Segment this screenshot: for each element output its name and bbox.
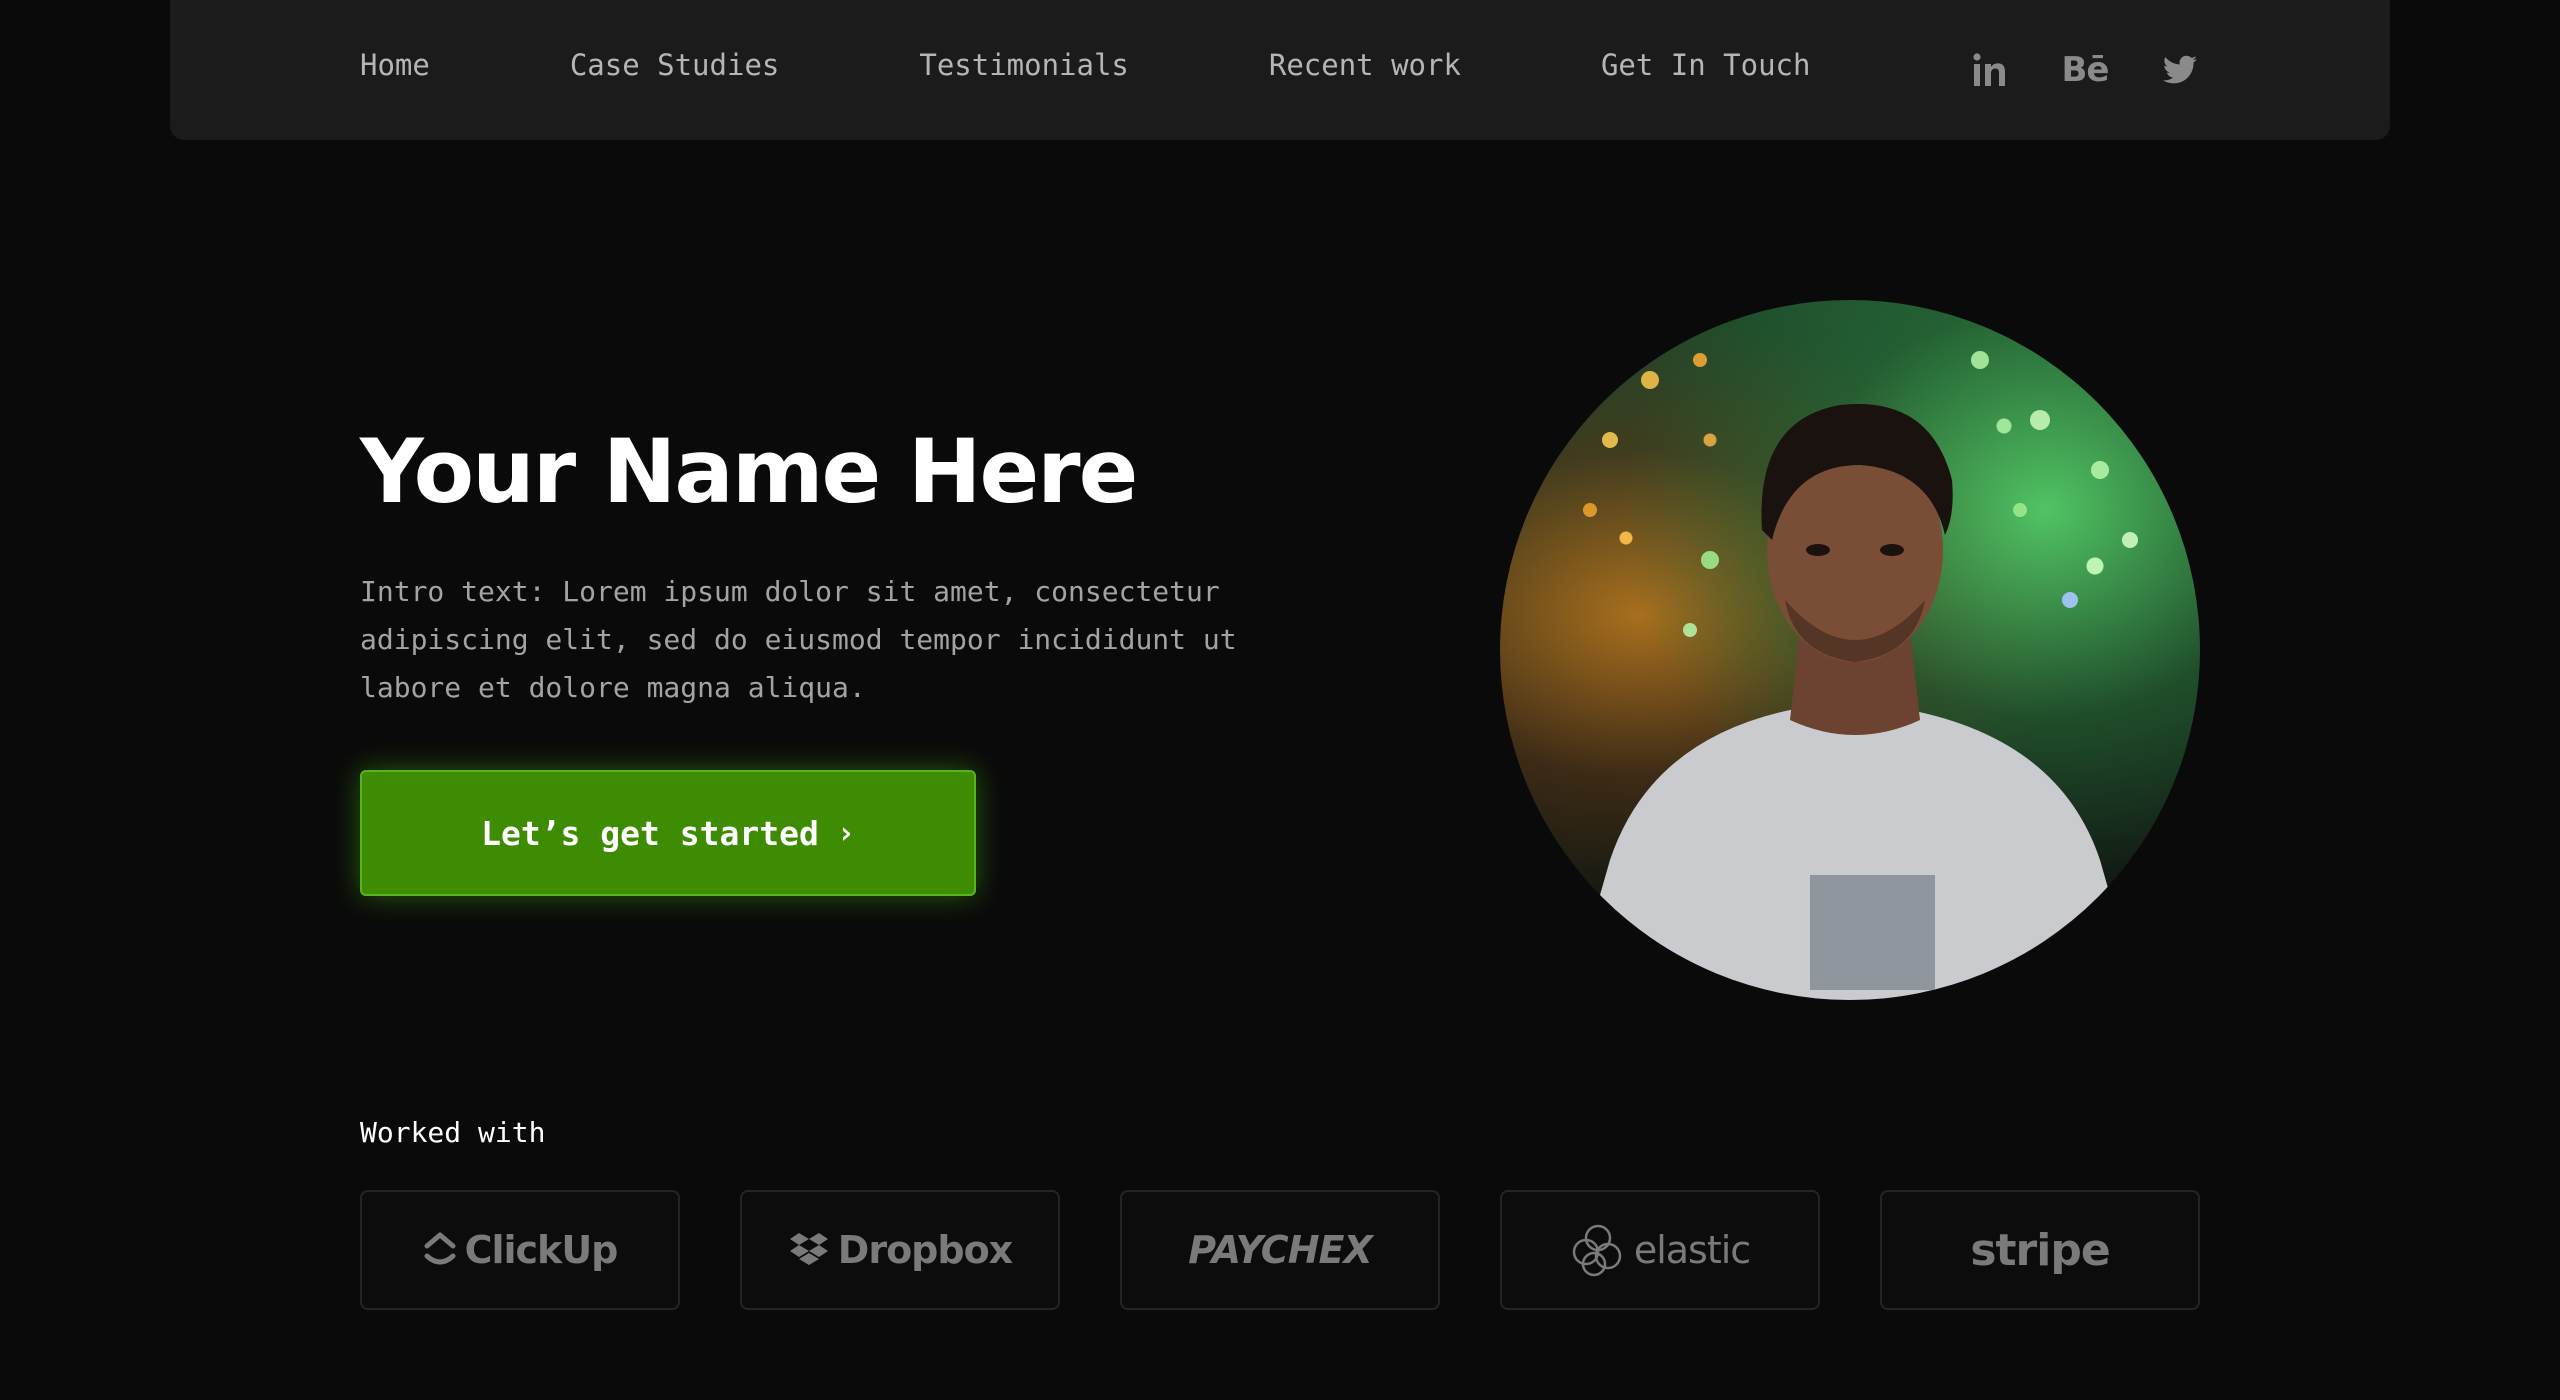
stripe-wordmark: stripe [1970,1224,2110,1276]
dropbox-wordmark: Dropbox [837,1228,1013,1272]
behance-icon[interactable]: Bē [2060,50,2110,90]
logo-paychex: PAYCHEX [1120,1190,1440,1310]
clickup-icon [423,1232,457,1268]
hero-intro-text: Intro text: Lorem ipsum dolor sit amet, … [360,575,1237,704]
nav-link-case-studies[interactable]: Case Studies [570,48,780,82]
twitter-icon[interactable] [2160,50,2200,90]
logo-dropbox: Dropbox [740,1190,1060,1310]
nav-links: Home Case Studies Testimonials Recent wo… [360,0,1810,130]
elastic-wordmark: elastic [1633,1228,1751,1272]
hero-title: Your Name Here [360,420,1138,523]
page: Home Case Studies Testimonials Recent wo… [0,0,2560,1400]
nav-link-recent-work[interactable]: Recent work [1269,48,1461,82]
clickup-wordmark: ClickUp [464,1228,619,1272]
get-started-button[interactable]: Let’s get started › [360,770,976,896]
client-logos: ClickUp Dropbox PAYCHEX elastic stripe [360,1190,2200,1310]
dropbox-icon [788,1231,830,1269]
person-illustration [1570,351,2140,1000]
nav-link-testimonials[interactable]: Testimonials [919,48,1129,82]
get-started-label: Let’s get started [481,813,819,853]
linkedin-icon[interactable] [1970,50,2010,90]
logo-elastic: elastic [1500,1190,1820,1310]
chevron-right-icon: › [836,815,855,851]
nav-link-home[interactable]: Home [360,48,430,82]
worked-with-label: Worked with [360,1116,546,1149]
paychex-wordmark: PAYCHEX [1188,1228,1373,1272]
social-links: Bē [1970,0,2200,140]
nav-link-get-in-touch[interactable]: Get In Touch [1601,48,1811,82]
profile-photo [1500,300,2200,1000]
elastic-icon [1570,1222,1626,1278]
top-nav: Home Case Studies Testimonials Recent wo… [170,0,2390,140]
logo-stripe: stripe [1880,1190,2200,1310]
logo-clickup: ClickUp [360,1190,680,1310]
